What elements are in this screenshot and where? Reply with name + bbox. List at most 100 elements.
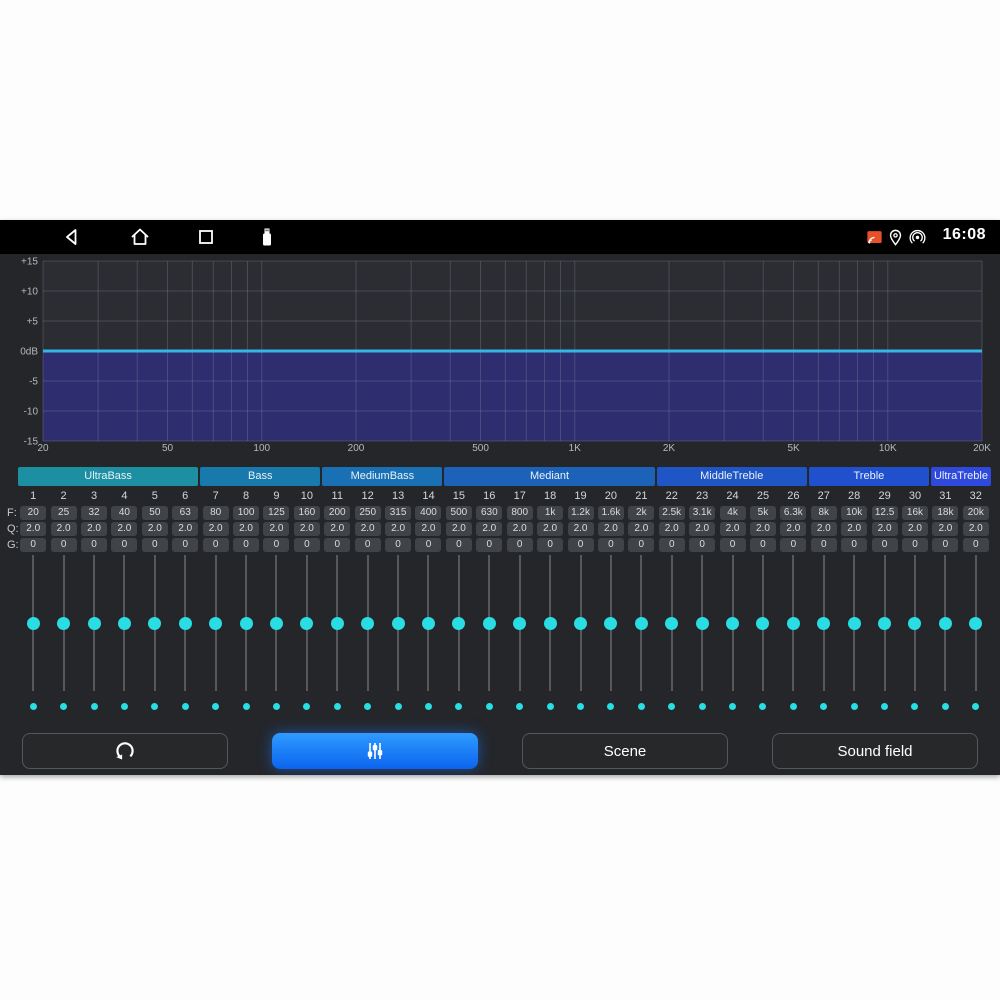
band-gain-value[interactable]: 0 <box>750 538 776 552</box>
slider-thumb[interactable] <box>696 617 709 630</box>
band-q-value[interactable]: 2.0 <box>872 522 898 536</box>
band-gain-slider[interactable] <box>261 555 291 691</box>
band-frequency-value[interactable]: 400 <box>415 506 441 520</box>
band-gain-slider[interactable] <box>200 555 230 691</box>
band-group-treble[interactable]: Treble <box>809 467 929 486</box>
band-gain-value[interactable]: 0 <box>780 538 806 552</box>
band-q-value[interactable]: 2.0 <box>476 522 502 536</box>
band-gain-value[interactable]: 0 <box>81 538 107 552</box>
band-q-value[interactable]: 2.0 <box>324 522 350 536</box>
band-gain-value[interactable]: 0 <box>142 538 168 552</box>
band-frequency-value[interactable]: 50 <box>142 506 168 520</box>
band-frequency-value[interactable]: 5k <box>750 506 776 520</box>
band-frequency-value[interactable]: 500 <box>446 506 472 520</box>
slider-thumb[interactable] <box>179 617 192 630</box>
band-gain-value[interactable]: 0 <box>628 538 654 552</box>
band-frequency-value[interactable]: 6.3k <box>780 506 806 520</box>
slider-thumb[interactable] <box>665 617 678 630</box>
slider-thumb[interactable] <box>452 617 465 630</box>
usb-button[interactable] <box>255 225 279 249</box>
band-gain-slider[interactable] <box>48 555 78 691</box>
slider-thumb[interactable] <box>878 617 891 630</box>
slider-thumb[interactable] <box>848 617 861 630</box>
band-gain-value[interactable]: 0 <box>720 538 746 552</box>
band-gain-slider[interactable] <box>79 555 109 691</box>
band-gain-value[interactable]: 0 <box>263 538 289 552</box>
band-frequency-value[interactable]: 10k <box>841 506 867 520</box>
reset-button[interactable] <box>22 733 228 769</box>
slider-thumb[interactable] <box>726 617 739 630</box>
band-group-mediumbass[interactable]: MediumBass <box>322 467 442 486</box>
band-gain-value[interactable]: 0 <box>20 538 46 552</box>
band-frequency-value[interactable]: 16k <box>902 506 928 520</box>
band-frequency-value[interactable]: 20 <box>20 506 46 520</box>
band-gain-slider[interactable] <box>596 555 626 691</box>
slider-thumb[interactable] <box>787 617 800 630</box>
band-frequency-value[interactable]: 25 <box>51 506 77 520</box>
band-q-value[interactable]: 2.0 <box>902 522 928 536</box>
band-frequency-value[interactable]: 2.5k <box>659 506 685 520</box>
band-gain-slider[interactable] <box>505 555 535 691</box>
slider-thumb[interactable] <box>57 617 70 630</box>
band-gain-value[interactable]: 0 <box>659 538 685 552</box>
band-q-value[interactable]: 2.0 <box>568 522 594 536</box>
band-gain-slider[interactable] <box>322 555 352 691</box>
band-frequency-value[interactable]: 12.5 <box>872 506 898 520</box>
slider-thumb[interactable] <box>908 617 921 630</box>
band-gain-slider[interactable] <box>535 555 565 691</box>
band-q-value[interactable]: 2.0 <box>659 522 685 536</box>
band-gain-slider[interactable] <box>839 555 869 691</box>
band-gain-slider[interactable] <box>170 555 200 691</box>
slider-thumb[interactable] <box>544 617 557 630</box>
band-gain-slider[interactable] <box>352 555 382 691</box>
band-frequency-value[interactable]: 125 <box>263 506 289 520</box>
band-q-value[interactable]: 2.0 <box>203 522 229 536</box>
band-q-value[interactable]: 2.0 <box>598 522 624 536</box>
band-gain-slider[interactable] <box>778 555 808 691</box>
home-button[interactable] <box>128 225 152 249</box>
band-q-value[interactable]: 2.0 <box>111 522 137 536</box>
slider-thumb[interactable] <box>513 617 526 630</box>
band-gain-value[interactable]: 0 <box>902 538 928 552</box>
band-frequency-value[interactable]: 40 <box>111 506 137 520</box>
band-gain-value[interactable]: 0 <box>932 538 958 552</box>
band-gain-value[interactable]: 0 <box>507 538 533 552</box>
band-gain-value[interactable]: 0 <box>355 538 381 552</box>
band-frequency-value[interactable]: 630 <box>476 506 502 520</box>
slider-thumb[interactable] <box>331 617 344 630</box>
band-q-value[interactable]: 2.0 <box>720 522 746 536</box>
slider-thumb[interactable] <box>27 617 40 630</box>
band-gain-slider[interactable] <box>717 555 747 691</box>
band-gain-value[interactable]: 0 <box>841 538 867 552</box>
band-gain-value[interactable]: 0 <box>385 538 411 552</box>
band-frequency-value[interactable]: 160 <box>294 506 320 520</box>
band-gain-slider[interactable] <box>292 555 322 691</box>
band-gain-value[interactable]: 0 <box>476 538 502 552</box>
slider-thumb[interactable] <box>969 617 982 630</box>
band-frequency-value[interactable]: 80 <box>203 506 229 520</box>
band-gain-value[interactable]: 0 <box>963 538 989 552</box>
band-frequency-value[interactable]: 315 <box>385 506 411 520</box>
slider-thumb[interactable] <box>361 617 374 630</box>
band-q-value[interactable]: 2.0 <box>294 522 320 536</box>
band-q-value[interactable]: 2.0 <box>811 522 837 536</box>
band-frequency-value[interactable]: 800 <box>507 506 533 520</box>
band-gain-slider[interactable] <box>140 555 170 691</box>
band-gain-slider[interactable] <box>687 555 717 691</box>
slider-thumb[interactable] <box>604 617 617 630</box>
band-gain-value[interactable]: 0 <box>446 538 472 552</box>
band-q-value[interactable]: 2.0 <box>507 522 533 536</box>
band-q-value[interactable]: 2.0 <box>415 522 441 536</box>
band-frequency-value[interactable]: 20k <box>963 506 989 520</box>
band-gain-slider[interactable] <box>565 555 595 691</box>
band-q-value[interactable]: 2.0 <box>355 522 381 536</box>
band-gain-value[interactable]: 0 <box>51 538 77 552</box>
band-gain-slider[interactable] <box>626 555 656 691</box>
band-q-value[interactable]: 2.0 <box>81 522 107 536</box>
band-q-value[interactable]: 2.0 <box>963 522 989 536</box>
band-q-value[interactable]: 2.0 <box>20 522 46 536</box>
band-q-value[interactable]: 2.0 <box>932 522 958 536</box>
band-frequency-value[interactable]: 1k <box>537 506 563 520</box>
slider-thumb[interactable] <box>148 617 161 630</box>
equalizer-button[interactable] <box>272 733 478 769</box>
